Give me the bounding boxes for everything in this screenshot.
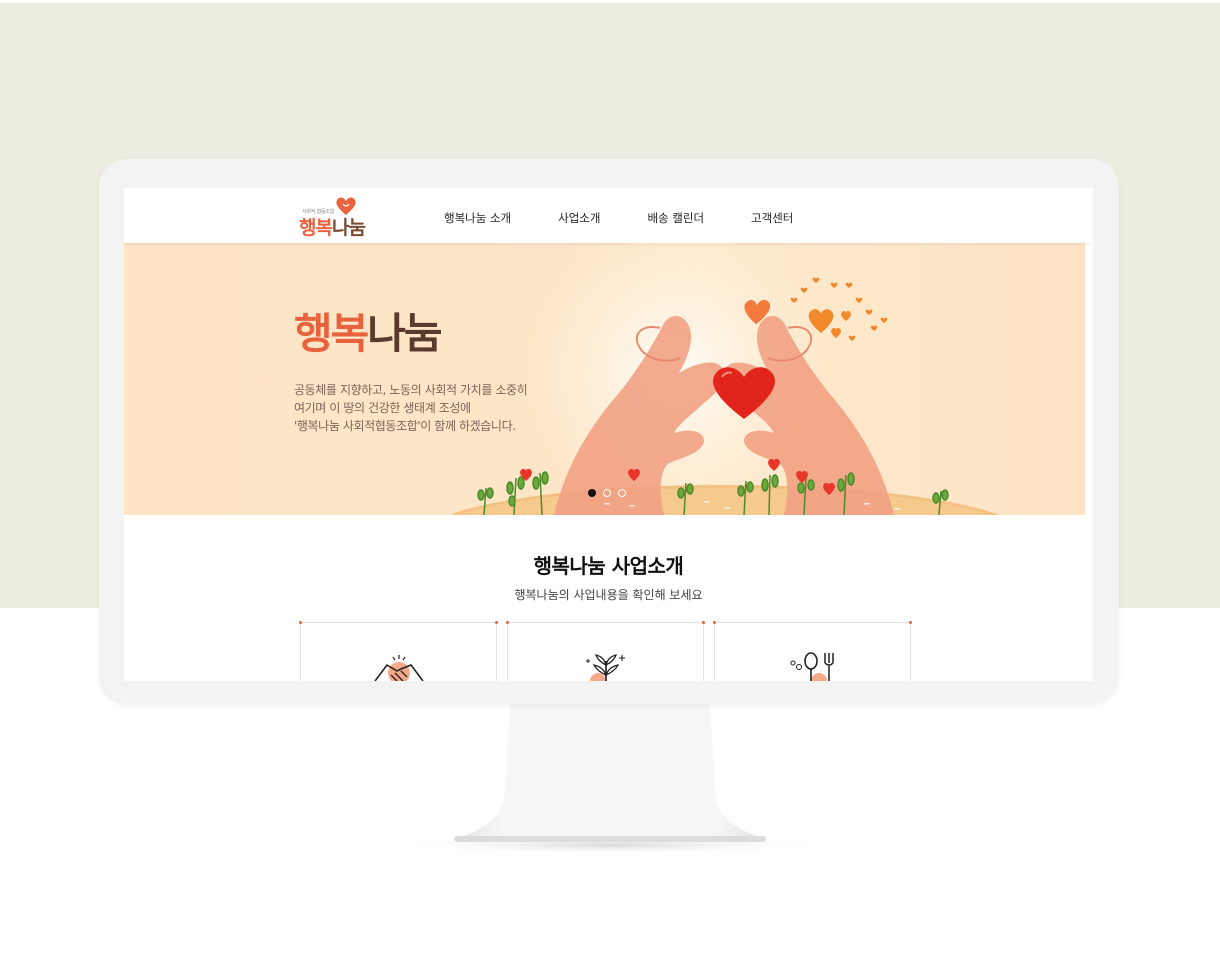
slide-dot-3[interactable] xyxy=(618,489,626,497)
business-card-1[interactable] xyxy=(299,621,498,681)
nav-item-delivery-calendar[interactable]: 배송 캘린더 xyxy=(647,210,704,226)
logo-text-part2: 나눔 xyxy=(331,217,366,239)
logo-text: 행복나눔 xyxy=(299,213,366,240)
banner-line: 여기며 이 땅의 건강한 생태계 조성에 xyxy=(294,401,471,415)
card-corner xyxy=(495,621,498,624)
section-subtitle: 행복나눔의 사업내용을 확인해 보세요 xyxy=(514,588,703,602)
card-corner xyxy=(506,621,509,624)
handshake-icon xyxy=(374,655,424,681)
site-logo[interactable]: 사회적 협동조합 행복나눔 xyxy=(298,194,368,240)
utensils-icon xyxy=(790,652,834,681)
monitor-stand xyxy=(380,704,840,855)
slider-pagination xyxy=(588,489,633,497)
banner-title-part1: 행복 xyxy=(294,309,369,358)
heart-hands-illustration xyxy=(454,277,999,515)
card-corner xyxy=(909,621,912,624)
backdrop-strip xyxy=(0,0,1220,3)
business-card-2[interactable] xyxy=(506,621,705,681)
site-header: 사회적 협동조합 행복나눔 행복나눔 소개 사업소개 배송 캘린더 고객센터 xyxy=(124,188,1093,243)
slide-dot-1[interactable] xyxy=(588,489,596,497)
business-card-3[interactable] xyxy=(713,621,912,681)
nav-item-about[interactable]: 행복나눔 소개 xyxy=(444,210,511,226)
nav-item-customer-center[interactable]: 고객센터 xyxy=(751,210,793,226)
banner-description: 공동체를 지향하고, 노동의 사회적 가치를 소중히 여기며 이 땅의 건강한 … xyxy=(294,381,528,435)
website-screen: 사회적 협동조합 행복나눔 행복나눔 소개 사업소개 배송 캘린더 고객센터 행… xyxy=(124,188,1093,681)
card-corner xyxy=(713,621,716,624)
banner-title: 행복나눔 xyxy=(294,313,443,355)
banner-line: 공동체를 지향하고, 노동의 사회적 가치를 소중히 xyxy=(294,383,528,397)
section-title: 행복나눔 사업소개 xyxy=(533,554,684,578)
plant-icon xyxy=(586,654,625,681)
main-nav: 행복나눔 소개 사업소개 배송 캘린더 고객센터 xyxy=(444,210,840,226)
hero-banner: 행복나눔 공동체를 지향하고, 노동의 사회적 가치를 소중히 여기며 이 땅의… xyxy=(124,243,1085,515)
slide-dot-2[interactable] xyxy=(603,489,611,497)
banner-line: '행복나눔 사회적협동조합'이 함께 하겠습니다. xyxy=(294,419,516,433)
banner-edge xyxy=(1085,243,1093,515)
logo-text-part1: 행복 xyxy=(299,217,333,239)
card-corner xyxy=(299,621,302,624)
banner-title-part2: 나눔 xyxy=(367,309,442,358)
nav-item-business[interactable]: 사업소개 xyxy=(558,210,600,226)
card-corner xyxy=(702,621,705,624)
